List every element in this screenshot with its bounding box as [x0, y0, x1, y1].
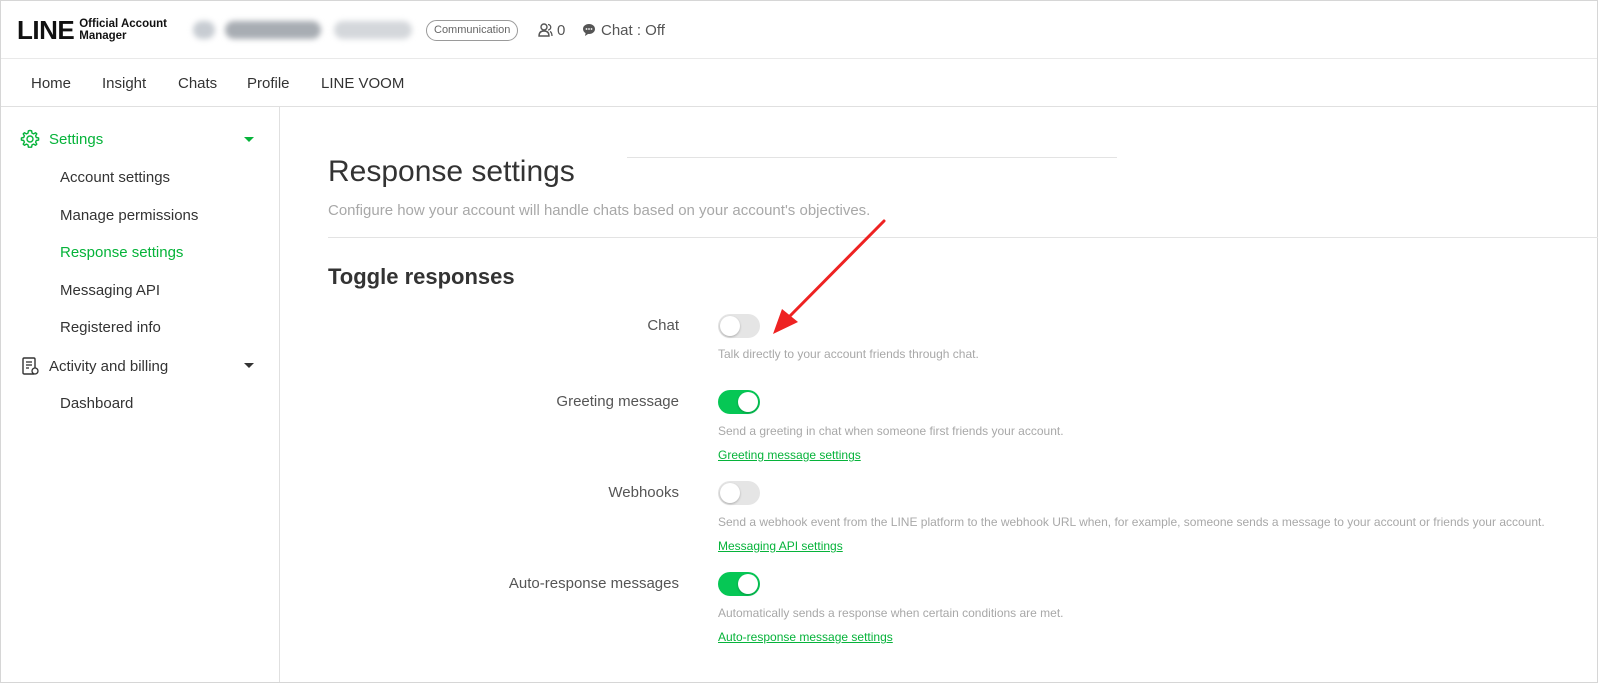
friends-icon: [538, 23, 553, 37]
auto-response-settings-link[interactable]: Auto-response message settings: [718, 630, 893, 644]
page-subtitle: Configure how your account will handle c…: [328, 202, 871, 219]
tab-insight[interactable]: Insight: [102, 75, 146, 92]
toggle-knob: [720, 483, 740, 503]
greeting-settings-link[interactable]: Greeting message settings: [718, 448, 861, 462]
chat-status[interactable]: Chat : Off: [582, 20, 665, 40]
greeting-toggle-description: Send a greeting in chat when someone fir…: [718, 424, 1064, 438]
sidebar-item-account-settings[interactable]: Account settings: [60, 169, 170, 186]
sidebar-item-registered-info[interactable]: Registered info: [60, 319, 161, 336]
friends-count: 0: [557, 21, 566, 39]
section-divider: [328, 237, 1598, 238]
gear-icon: [20, 129, 40, 148]
logo-wordmark: LINE: [17, 15, 75, 45]
redacted-account-name: [225, 21, 321, 39]
logo-subtitle-line-1: Official Account: [79, 18, 167, 30]
greeting-toggle-label: Greeting message: [556, 393, 679, 410]
section-title: Toggle responses: [328, 264, 515, 289]
top-header: LINE Official Account Manager Communicat…: [1, 1, 1597, 59]
sidebar-item-response-settings[interactable]: Response settings: [60, 244, 183, 261]
chevron-down-icon[interactable]: [244, 363, 254, 368]
main-nav: Home Insight Chats Profile LINE VOOM: [1, 60, 1597, 107]
logo-subtitle: Official Account Manager: [79, 18, 167, 42]
sidebar: Settings Account settings Manage permiss…: [1, 107, 280, 682]
tab-chats[interactable]: Chats: [178, 75, 217, 92]
messaging-api-settings-link[interactable]: Messaging API settings: [718, 539, 843, 553]
receipt-icon: [22, 357, 39, 375]
logo-subtitle-line-2: Manager: [79, 30, 127, 42]
chat-toggle-description: Talk directly to your account friends th…: [718, 347, 979, 361]
tab-line-voom[interactable]: LINE VOOM: [321, 75, 404, 92]
main-content: Response settings Configure how your acc…: [281, 107, 1598, 682]
tab-profile[interactable]: Profile: [247, 75, 290, 92]
sidebar-group-settings[interactable]: Settings: [20, 129, 103, 149]
toggle-knob: [738, 392, 758, 412]
redacted-account-icon: [193, 21, 215, 39]
tab-home[interactable]: Home: [31, 75, 71, 92]
auto-response-toggle-description: Automatically sends a response when cert…: [718, 606, 1064, 620]
sidebar-item-manage-permissions[interactable]: Manage permissions: [60, 207, 198, 224]
auto-response-toggle[interactable]: [718, 572, 760, 596]
webhooks-toggle[interactable]: [718, 481, 760, 505]
sidebar-item-messaging-api[interactable]: Messaging API: [60, 282, 160, 299]
chevron-down-icon[interactable]: [244, 137, 254, 142]
webhooks-toggle-label: Webhooks: [608, 484, 679, 501]
redacted-account-id: [334, 21, 412, 39]
greeting-toggle[interactable]: [718, 390, 760, 414]
webhooks-toggle-description: Send a webhook event from the LINE platf…: [718, 515, 1545, 529]
chat-status-text: Chat : Off: [601, 21, 665, 39]
sidebar-item-dashboard[interactable]: Dashboard: [60, 395, 133, 412]
sidebar-group-activity-billing[interactable]: Activity and billing: [20, 356, 168, 376]
page-title: Response settings: [328, 155, 575, 188]
plan-badge: Communication: [426, 20, 519, 41]
chat-bubble-icon: [583, 24, 595, 36]
auto-response-toggle-label: Auto-response messages: [508, 575, 679, 592]
sidebar-group-activity-billing-label: Activity and billing: [49, 357, 169, 375]
header-divider: [627, 157, 1117, 158]
toggle-knob: [720, 316, 740, 336]
sidebar-group-settings-label: Settings: [49, 130, 104, 148]
line-logo[interactable]: LINE Official Account Manager: [17, 15, 167, 45]
chat-toggle[interactable]: [718, 314, 760, 338]
friends-counter[interactable]: 0: [538, 20, 565, 40]
toggle-knob: [738, 574, 758, 594]
chat-toggle-label: Chat: [647, 317, 679, 334]
